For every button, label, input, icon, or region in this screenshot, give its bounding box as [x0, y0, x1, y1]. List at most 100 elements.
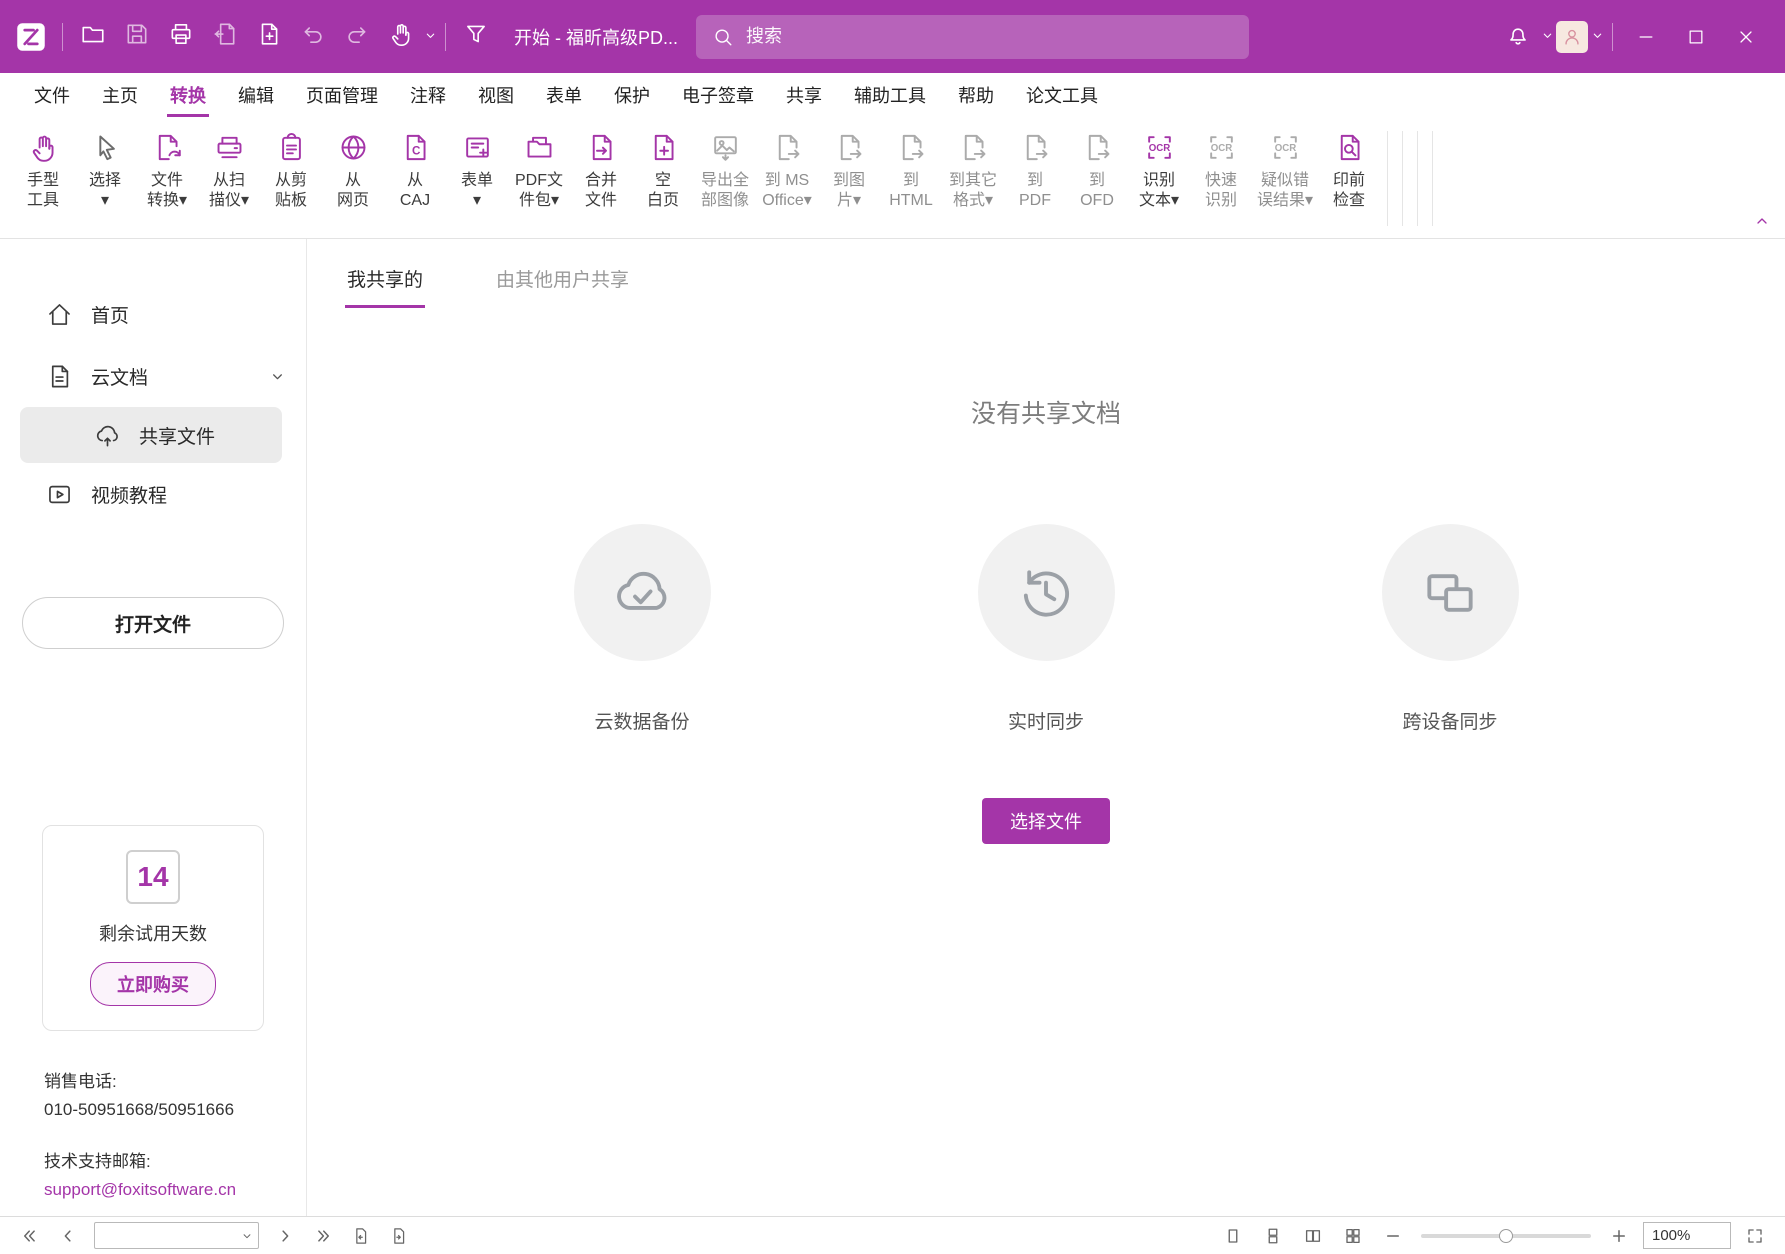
redo-button[interactable]: [335, 15, 379, 59]
chevron-up-icon: [1754, 213, 1770, 229]
close-icon: [1736, 27, 1756, 47]
collapse-ribbon-button[interactable]: [1749, 208, 1775, 234]
user-avatar[interactable]: [1556, 21, 1588, 53]
menu-tab-share[interactable]: 共享: [770, 73, 838, 117]
zoom-slider-knob[interactable]: [1499, 1229, 1513, 1243]
account-dropdown[interactable]: [1590, 15, 1604, 59]
double-chevron-left-icon: [21, 1227, 39, 1245]
sidebar-item-cloud-docs[interactable]: 云文档: [0, 345, 306, 407]
menu-tab-home[interactable]: 主页: [86, 73, 154, 117]
chevron-down-icon[interactable]: [271, 370, 284, 383]
ribbon-button-to-ms-office: 到 MSOffice▾: [756, 127, 818, 211]
menu-tab-paper-tools[interactable]: 论文工具: [1010, 73, 1114, 117]
search-box[interactable]: [696, 15, 1249, 59]
sidebar: 首页云文档共享文件视频教程 打开文件 14 剩余试用天数 立即购买 销售电话: …: [0, 239, 307, 1216]
last-page-button[interactable]: [307, 1222, 339, 1250]
zoom-in-button[interactable]: [1603, 1222, 1635, 1250]
zoom-out-button[interactable]: [1377, 1222, 1409, 1250]
sidebar-item-shared-files[interactable]: 共享文件: [20, 407, 282, 463]
ribbon-button-label: 从CAJ: [400, 171, 430, 211]
maximize-button[interactable]: [1671, 13, 1721, 61]
zoom-level-input[interactable]: 100%: [1643, 1222, 1731, 1249]
single-page-view-button[interactable]: [1217, 1222, 1249, 1250]
save-button[interactable]: [115, 15, 159, 59]
ribbon-button-label: 空白页: [647, 171, 679, 211]
menu-tab-help[interactable]: 帮助: [942, 73, 1010, 117]
menu-tab-edit[interactable]: 编辑: [222, 73, 290, 117]
cross-device-icon: [1382, 524, 1519, 661]
buy-now-button[interactable]: 立即购买: [90, 962, 216, 1006]
menu-tab-comment[interactable]: 注释: [394, 73, 462, 117]
next-page-button[interactable]: [269, 1222, 301, 1250]
sidebar-nav: 首页云文档共享文件视频教程: [0, 283, 306, 525]
email-document-button[interactable]: [203, 15, 247, 59]
ribbon-button-select-tool[interactable]: 选择▾: [74, 127, 136, 211]
print-button[interactable]: [159, 15, 203, 59]
tab-my-shared[interactable]: 我共享的: [347, 265, 423, 308]
bell-icon: [1505, 21, 1531, 52]
close-button[interactable]: [1721, 13, 1771, 61]
menu-tab-form[interactable]: 表单: [530, 73, 598, 117]
open-file-pill-button[interactable]: 打开文件: [22, 597, 284, 649]
menu-tab-convert[interactable]: 转换: [154, 73, 222, 117]
previous-view-button[interactable]: [345, 1222, 377, 1250]
create-document-button[interactable]: [247, 15, 291, 59]
notifications-dropdown[interactable]: [1540, 15, 1554, 59]
sidebar-item-video-tutorials[interactable]: 视频教程: [0, 463, 306, 525]
ribbon-button-merge-files[interactable]: 合并文件: [570, 127, 632, 211]
continuous-view-button[interactable]: [1257, 1222, 1289, 1250]
undo-button[interactable]: [291, 15, 335, 59]
plus-icon: [1610, 1227, 1628, 1245]
menu-tab-protect[interactable]: 保护: [598, 73, 666, 117]
menu-tab-esign[interactable]: 电子签章: [666, 73, 770, 117]
chevron-down-icon[interactable]: [236, 1231, 258, 1241]
ribbon-button-label: 到OFD: [1080, 171, 1114, 211]
ribbon-button-label: 表单▾: [461, 171, 493, 211]
ribbon-button-hand-tool[interactable]: 手型工具: [12, 127, 74, 211]
ribbon-button-label: 导出全部图像: [701, 171, 749, 211]
fullscreen-button[interactable]: [1739, 1222, 1771, 1250]
facing-continuous-view-button[interactable]: [1337, 1222, 1369, 1250]
ribbon-button-label: 选择▾: [89, 171, 121, 211]
ribbon-button-form-builder[interactable]: 表单▾: [446, 127, 508, 211]
facing-view-button[interactable]: [1297, 1222, 1329, 1250]
ribbon-button-label: 从扫描仪▾: [209, 171, 249, 211]
ribbon-button-preflight[interactable]: 印前检查: [1318, 127, 1380, 211]
form-icon: [462, 129, 493, 165]
hand-icon: [388, 21, 414, 52]
search-input[interactable]: [746, 26, 1233, 47]
ribbon-button-pdf-package[interactable]: PDF文件包▾: [508, 127, 570, 211]
ribbon-button-from-clipboard[interactable]: 从剪贴板: [260, 127, 322, 211]
expand-icon: [1746, 1227, 1764, 1245]
select-file-button[interactable]: 选择文件: [982, 798, 1110, 844]
menu-tab-page-manage[interactable]: 页面管理: [290, 73, 394, 117]
support-email-link[interactable]: support@foxitsoftware.cn: [44, 1176, 288, 1204]
ribbon-button-blank-page[interactable]: 空白页: [632, 127, 694, 211]
sidebar-item-home[interactable]: 首页: [0, 283, 306, 345]
page-number-input[interactable]: [95, 1227, 236, 1244]
trial-days-remaining: 14: [126, 850, 180, 904]
ribbon-button-from-caj[interactable]: C从CAJ: [384, 127, 446, 211]
minimize-button[interactable]: [1621, 13, 1671, 61]
sales-phone-label: 销售电话:: [44, 1068, 288, 1096]
notifications-button[interactable]: [1496, 15, 1540, 59]
first-page-button[interactable]: [14, 1222, 46, 1250]
ribbon-button-file-convert[interactable]: 文件转换▾: [136, 127, 198, 211]
hand-tool-button[interactable]: [379, 15, 423, 59]
ribbon-button-recognize-text[interactable]: OCR识别文本▾: [1128, 127, 1190, 211]
hand-tool-dropdown[interactable]: [423, 15, 437, 59]
quick-tools-button[interactable]: [454, 15, 498, 59]
menu-tab-assist-tools[interactable]: 辅助工具: [838, 73, 942, 117]
prev-page-button[interactable]: [52, 1222, 84, 1250]
next-view-button[interactable]: [383, 1222, 415, 1250]
doc-new-icon: [256, 21, 282, 52]
ribbon-group-divider: [1387, 131, 1388, 226]
ocr-icon: OCR: [1144, 129, 1175, 165]
menu-tab-view[interactable]: 视图: [462, 73, 530, 117]
menu-tab-file[interactable]: 文件: [18, 73, 86, 117]
open-file-button[interactable]: [71, 15, 115, 59]
ribbon-button-from-scanner[interactable]: 从扫描仪▾: [198, 127, 260, 211]
tab-shared-by-others[interactable]: 由其他用户共享: [496, 265, 629, 308]
ribbon-button-from-web[interactable]: 从网页: [322, 127, 384, 211]
zoom-slider[interactable]: [1421, 1234, 1591, 1238]
